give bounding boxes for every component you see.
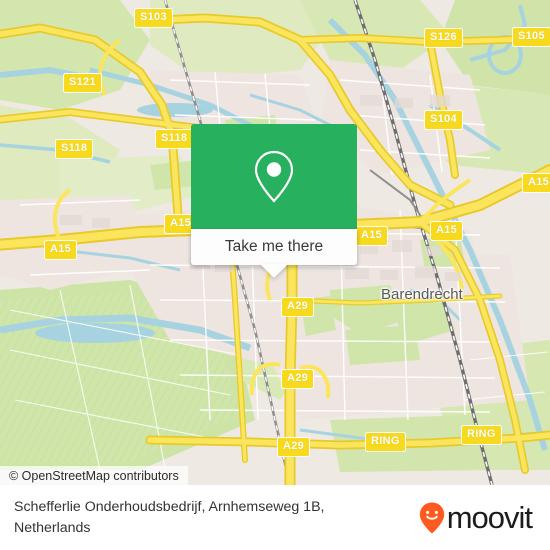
road-shield: S103 bbox=[134, 8, 173, 28]
footer-bar: Schefferlie Onderhoudsbedrijf, Arnhemsew… bbox=[0, 485, 550, 550]
road-shield: S121 bbox=[63, 73, 102, 93]
map-canvas[interactable]: S103 S126 S105 S121 S104 S118 S118 A15 A15 A15 A15… bbox=[0, 0, 550, 485]
road-shield: RING bbox=[461, 425, 502, 445]
map-pin-icon bbox=[254, 150, 294, 203]
popup-pointer-tail bbox=[260, 264, 288, 278]
road-shield: S126 bbox=[424, 28, 463, 48]
road-shield: A15 bbox=[430, 221, 464, 241]
road-shield: A15 bbox=[522, 173, 550, 193]
map-attribution: © OpenStreetMap contributors bbox=[0, 466, 188, 485]
moovit-wordmark: moovit bbox=[446, 500, 533, 535]
road-shield: A29 bbox=[277, 437, 311, 457]
popup-image-panel bbox=[191, 124, 357, 229]
road-shield: A29 bbox=[281, 369, 315, 389]
moovit-pin-smiley-icon bbox=[419, 502, 444, 533]
place-label: Barendrecht bbox=[381, 286, 463, 303]
take-me-there-button[interactable]: Take me there bbox=[191, 229, 357, 278]
road-shield: RING bbox=[365, 432, 406, 452]
take-me-there-label: Take me there bbox=[224, 238, 324, 255]
location-caption: Schefferlie Onderhoudsbedrijf, Arnhemsew… bbox=[14, 499, 325, 536]
road-shield: A29 bbox=[281, 297, 315, 317]
location-popup-card[interactable]: Take me there bbox=[191, 124, 357, 278]
moovit-logo[interactable]: moovit bbox=[419, 502, 536, 534]
road-shield: A15 bbox=[355, 226, 389, 246]
road-shield: A15 bbox=[44, 240, 78, 260]
road-shield: S104 bbox=[424, 110, 463, 130]
road-shield: S118 bbox=[55, 139, 94, 159]
map-screenshot: S103 S126 S105 S121 S104 S118 S118 A15 A15 A15 A15… bbox=[0, 0, 550, 550]
road-shield: S118 bbox=[155, 129, 194, 149]
road-shield: S105 bbox=[512, 27, 550, 47]
